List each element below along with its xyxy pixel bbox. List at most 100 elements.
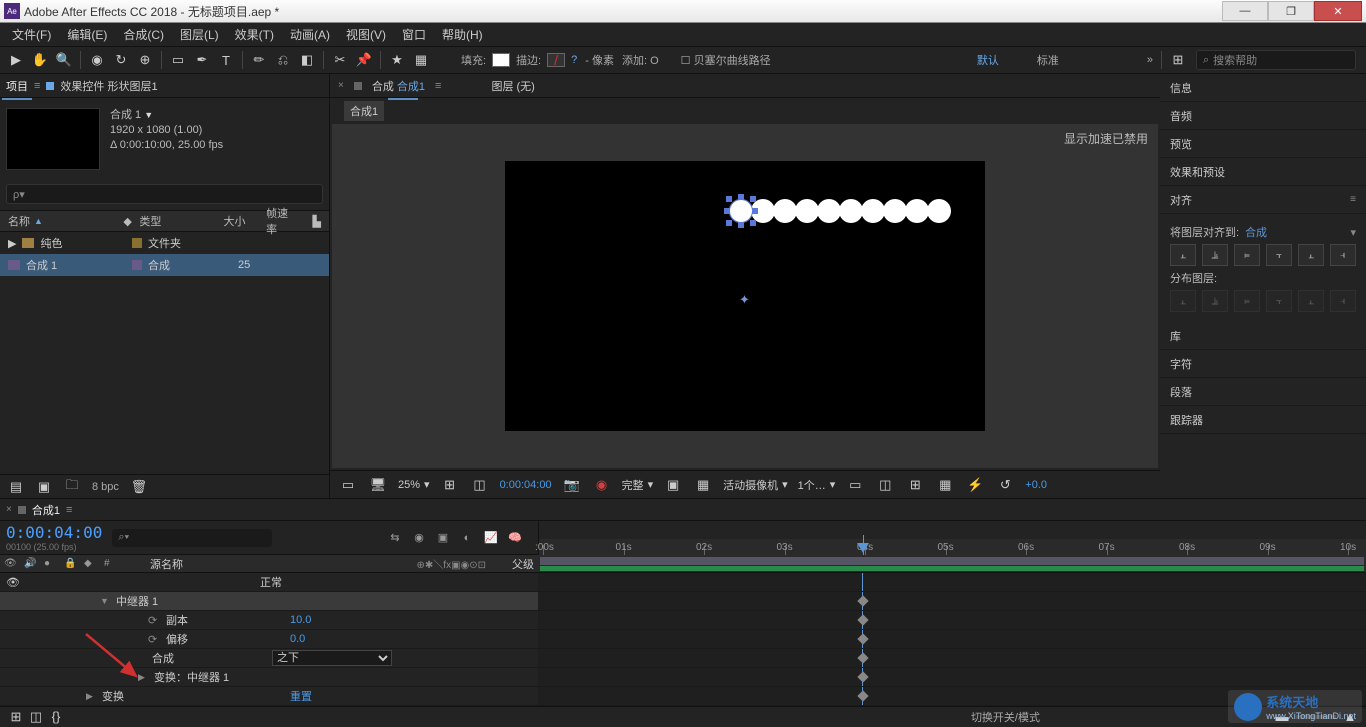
parent-col[interactable]: 父级 [512,556,534,572]
selection-handle[interactable] [726,196,732,202]
dist-bottom-button[interactable]: ⫣ [1330,290,1356,312]
add-label[interactable]: 添加: O [620,52,661,68]
current-time[interactable]: 0:00:04:00 [500,479,552,491]
project-row-comp1[interactable]: 合成 1 合成 25 [0,254,329,276]
anchor-point-icon[interactable]: ✦ [739,292,750,308]
timeline-track[interactable] [538,592,1366,611]
project-search-input[interactable]: ρ▾ [6,184,323,204]
clone-tool-icon[interactable]: ⎌ [273,50,293,70]
stroke-width[interactable]: ? [569,54,579,66]
align-left-button[interactable]: ⫠ [1170,244,1196,266]
timeline-property-row[interactable]: ⟳偏移0.0 [0,630,538,649]
toggle-switches-modes[interactable]: 切换开关/模式 [969,709,1042,725]
puppet-tool-icon[interactable]: 📌 [354,50,374,70]
index-col[interactable]: # [104,558,118,569]
project-row-solids[interactable]: ▶纯色 文件夹 [0,232,329,254]
comp-thumbnail[interactable] [6,108,100,170]
tab-close-icon[interactable]: × [6,504,12,515]
interpret-icon[interactable]: ▤ [6,477,26,497]
keyframe-icon[interactable] [857,633,868,644]
dist-right-button[interactable]: ⫢ [1234,290,1260,312]
speaker-col-icon[interactable]: 🔊 [24,558,38,569]
align-top-button[interactable]: ⫟ [1266,244,1292,266]
col-name[interactable]: 名称▲ [0,213,115,229]
tab-project[interactable]: 项目 [6,78,28,94]
view3-icon[interactable]: ⊞ [905,475,925,495]
timeline-property-row[interactable]: ⟳副本10.0 [0,611,538,630]
timeline-property-row[interactable]: ▶变换重置 [0,687,538,706]
zoom-tool-icon[interactable]: 🔍 [54,50,74,70]
toggle-modes-icon[interactable]: ◫ [26,707,46,727]
toggle-in-out-icon[interactable]: {} [46,707,66,727]
timeline-track[interactable] [538,611,1366,630]
channel-icon[interactable]: ◉ [592,475,612,495]
toggle-switches-icon[interactable]: ⊞ [6,707,26,727]
solo-col-icon[interactable]: ● [44,558,58,569]
panel-paragraph[interactable]: 段落 [1160,378,1366,406]
expand-arrow-icon[interactable]: ▶ [86,691,98,702]
shape-scallop[interactable] [729,199,951,223]
panel-audio[interactable]: 音频 [1160,102,1366,130]
frameblend-icon[interactable]: ▣ [434,529,452,547]
menu-file[interactable]: 文件(F) [4,24,59,45]
pixel-aspect-icon[interactable]: ▦ [935,475,955,495]
eye-icon[interactable]: 👁 [6,576,20,589]
align-to-dropdown[interactable]: 合成 [1245,224,1267,240]
work-area-bar[interactable] [540,557,1364,565]
expand-arrow-icon[interactable]: ▶ [138,672,150,683]
property-value[interactable]: 0.0 [280,633,305,645]
search-panel-icon[interactable]: ⊞ [1168,50,1188,70]
col-size[interactable]: 大小 [215,213,258,229]
lock-col-icon[interactable]: 🔒 [64,558,78,569]
minimize-button[interactable]: ― [1222,1,1268,21]
keyframe-icon[interactable] [857,671,868,682]
help-search-input[interactable]: ⌕ 搜索帮助 [1196,50,1356,70]
timeline-track[interactable] [538,630,1366,649]
view2-icon[interactable]: ◫ [875,475,895,495]
panel-info[interactable]: 信息 [1160,74,1366,102]
workspace-default[interactable]: 默认 [975,52,1001,68]
keyframe-icon[interactable] [857,690,868,701]
timeline-search-input[interactable]: ⌕▾ [112,529,272,547]
menu-edit[interactable]: 编辑(E) [59,24,115,45]
timeline-track[interactable] [538,649,1366,668]
dist-left-button[interactable]: ⫠ [1170,290,1196,312]
panel-menu-icon[interactable]: ≡ [1350,194,1356,205]
tab-menu-icon[interactable]: ≡ [435,80,441,92]
dropdown-icon[interactable]: ▾ [1350,226,1356,239]
col-type[interactable]: 类型 [131,213,215,229]
playhead[interactable] [863,535,864,555]
tab-close-icon[interactable]: × [338,80,344,91]
panel-preview[interactable]: 预览 [1160,130,1366,158]
selection-handle[interactable] [726,220,732,226]
timeline-property-row[interactable]: 合成之下 [0,649,538,668]
workspace-standard[interactable]: 标准 [1035,52,1061,68]
new-folder-icon[interactable]: 🗀 [62,477,82,497]
menu-layer[interactable]: 图层(L) [172,24,227,45]
hand-tool-icon[interactable]: ✋ [30,50,50,70]
selection-handle[interactable] [750,220,756,226]
text-tool-icon[interactable]: T [216,50,236,70]
menu-composition[interactable]: 合成(C) [115,24,172,45]
resolution-dropdown[interactable]: 完整 ▾ [622,477,654,493]
roi-icon[interactable]: ▣ [663,475,683,495]
brush-tool-icon[interactable]: ✏ [249,50,269,70]
graph-editor-icon[interactable]: 📈 [482,529,500,547]
motionblur-icon[interactable]: ◐ [458,529,476,547]
stopwatch-icon[interactable]: ⟳ [148,614,162,627]
property-value[interactable]: 10.0 [280,614,311,626]
selection-handle[interactable] [724,208,730,214]
expand-arrow-icon[interactable]: ▼ [100,596,112,606]
menu-animation[interactable]: 动画(A) [282,24,338,45]
menu-help[interactable]: 帮助(H) [434,24,491,45]
selection-tool-icon[interactable]: ▶ [6,50,26,70]
selection-handle[interactable] [738,194,744,200]
menu-window[interactable]: 窗口 [394,24,434,45]
timeline-tab[interactable]: 合成1 [32,502,60,518]
keyframe-icon[interactable] [857,614,868,625]
bezier-checkbox[interactable]: ☐ 贝塞尔曲线路径 [679,52,773,68]
align-right-button[interactable]: ⫢ [1234,244,1260,266]
viewer-tab-comp[interactable]: 合成 合成1 [372,78,425,94]
expand-icon[interactable]: ▶ [8,237,16,250]
dist-hcenter-button[interactable]: ⫡ [1202,290,1228,312]
